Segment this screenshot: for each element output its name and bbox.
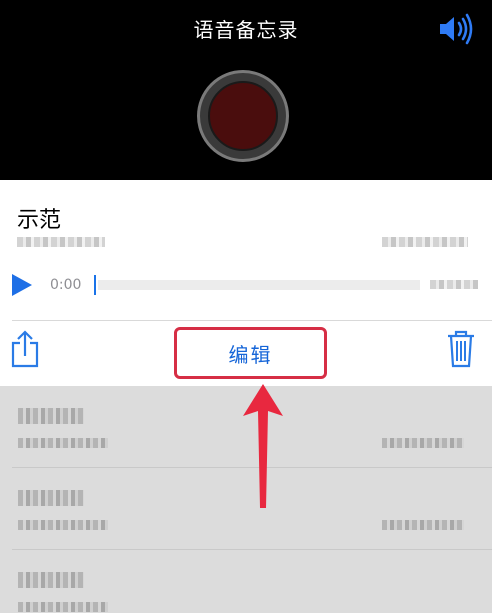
list-item-date-obscured xyxy=(18,602,108,612)
play-icon[interactable] xyxy=(10,272,34,298)
list-item-name-obscured xyxy=(18,572,84,588)
list-item-name-obscured xyxy=(18,408,84,424)
annotation-arrow-icon xyxy=(243,384,283,508)
share-icon[interactable] xyxy=(10,329,40,369)
playback-scrubber[interactable] xyxy=(94,275,96,295)
list-item-duration-obscured xyxy=(382,438,464,448)
list-item-date-obscured xyxy=(18,438,108,448)
list-item-date-obscured xyxy=(18,520,108,530)
list-item-duration-obscured xyxy=(382,520,464,530)
playback-track[interactable] xyxy=(98,280,420,290)
speaker-icon[interactable] xyxy=(436,12,476,46)
app-title: 语音备忘录 xyxy=(193,18,299,42)
divider xyxy=(12,320,492,321)
trash-icon[interactable] xyxy=(446,330,476,368)
list-item[interactable] xyxy=(0,550,492,613)
recording-name: 示范 xyxy=(17,208,62,233)
record-button[interactable] xyxy=(197,70,289,162)
recording-date-obscured xyxy=(17,237,105,247)
list-item-name-obscured xyxy=(18,490,84,506)
playback-end-time-obscured xyxy=(430,280,478,289)
recording-duration-obscured xyxy=(382,237,468,247)
playback-start-time: 0:00 xyxy=(50,277,82,293)
record-button-icon xyxy=(208,81,278,151)
edit-button[interactable]: 编辑 xyxy=(174,327,327,379)
header-bar: 语音备忘录 xyxy=(0,0,492,180)
current-recording-card: 示范 0:00 编辑 xyxy=(0,180,492,386)
